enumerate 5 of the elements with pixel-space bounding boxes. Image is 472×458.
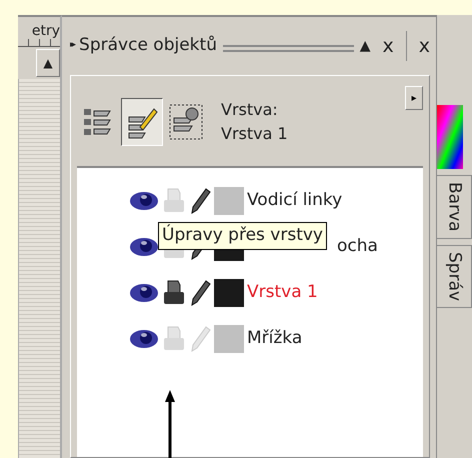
docker-title: Správce objektů xyxy=(79,34,217,58)
panel-title: etry xyxy=(30,22,60,39)
tooltip: Úpravy přes vrstvy xyxy=(158,222,327,250)
current-layer-name: Vrstva 1 xyxy=(221,123,288,145)
layer-label: Vrstva: xyxy=(221,99,279,121)
